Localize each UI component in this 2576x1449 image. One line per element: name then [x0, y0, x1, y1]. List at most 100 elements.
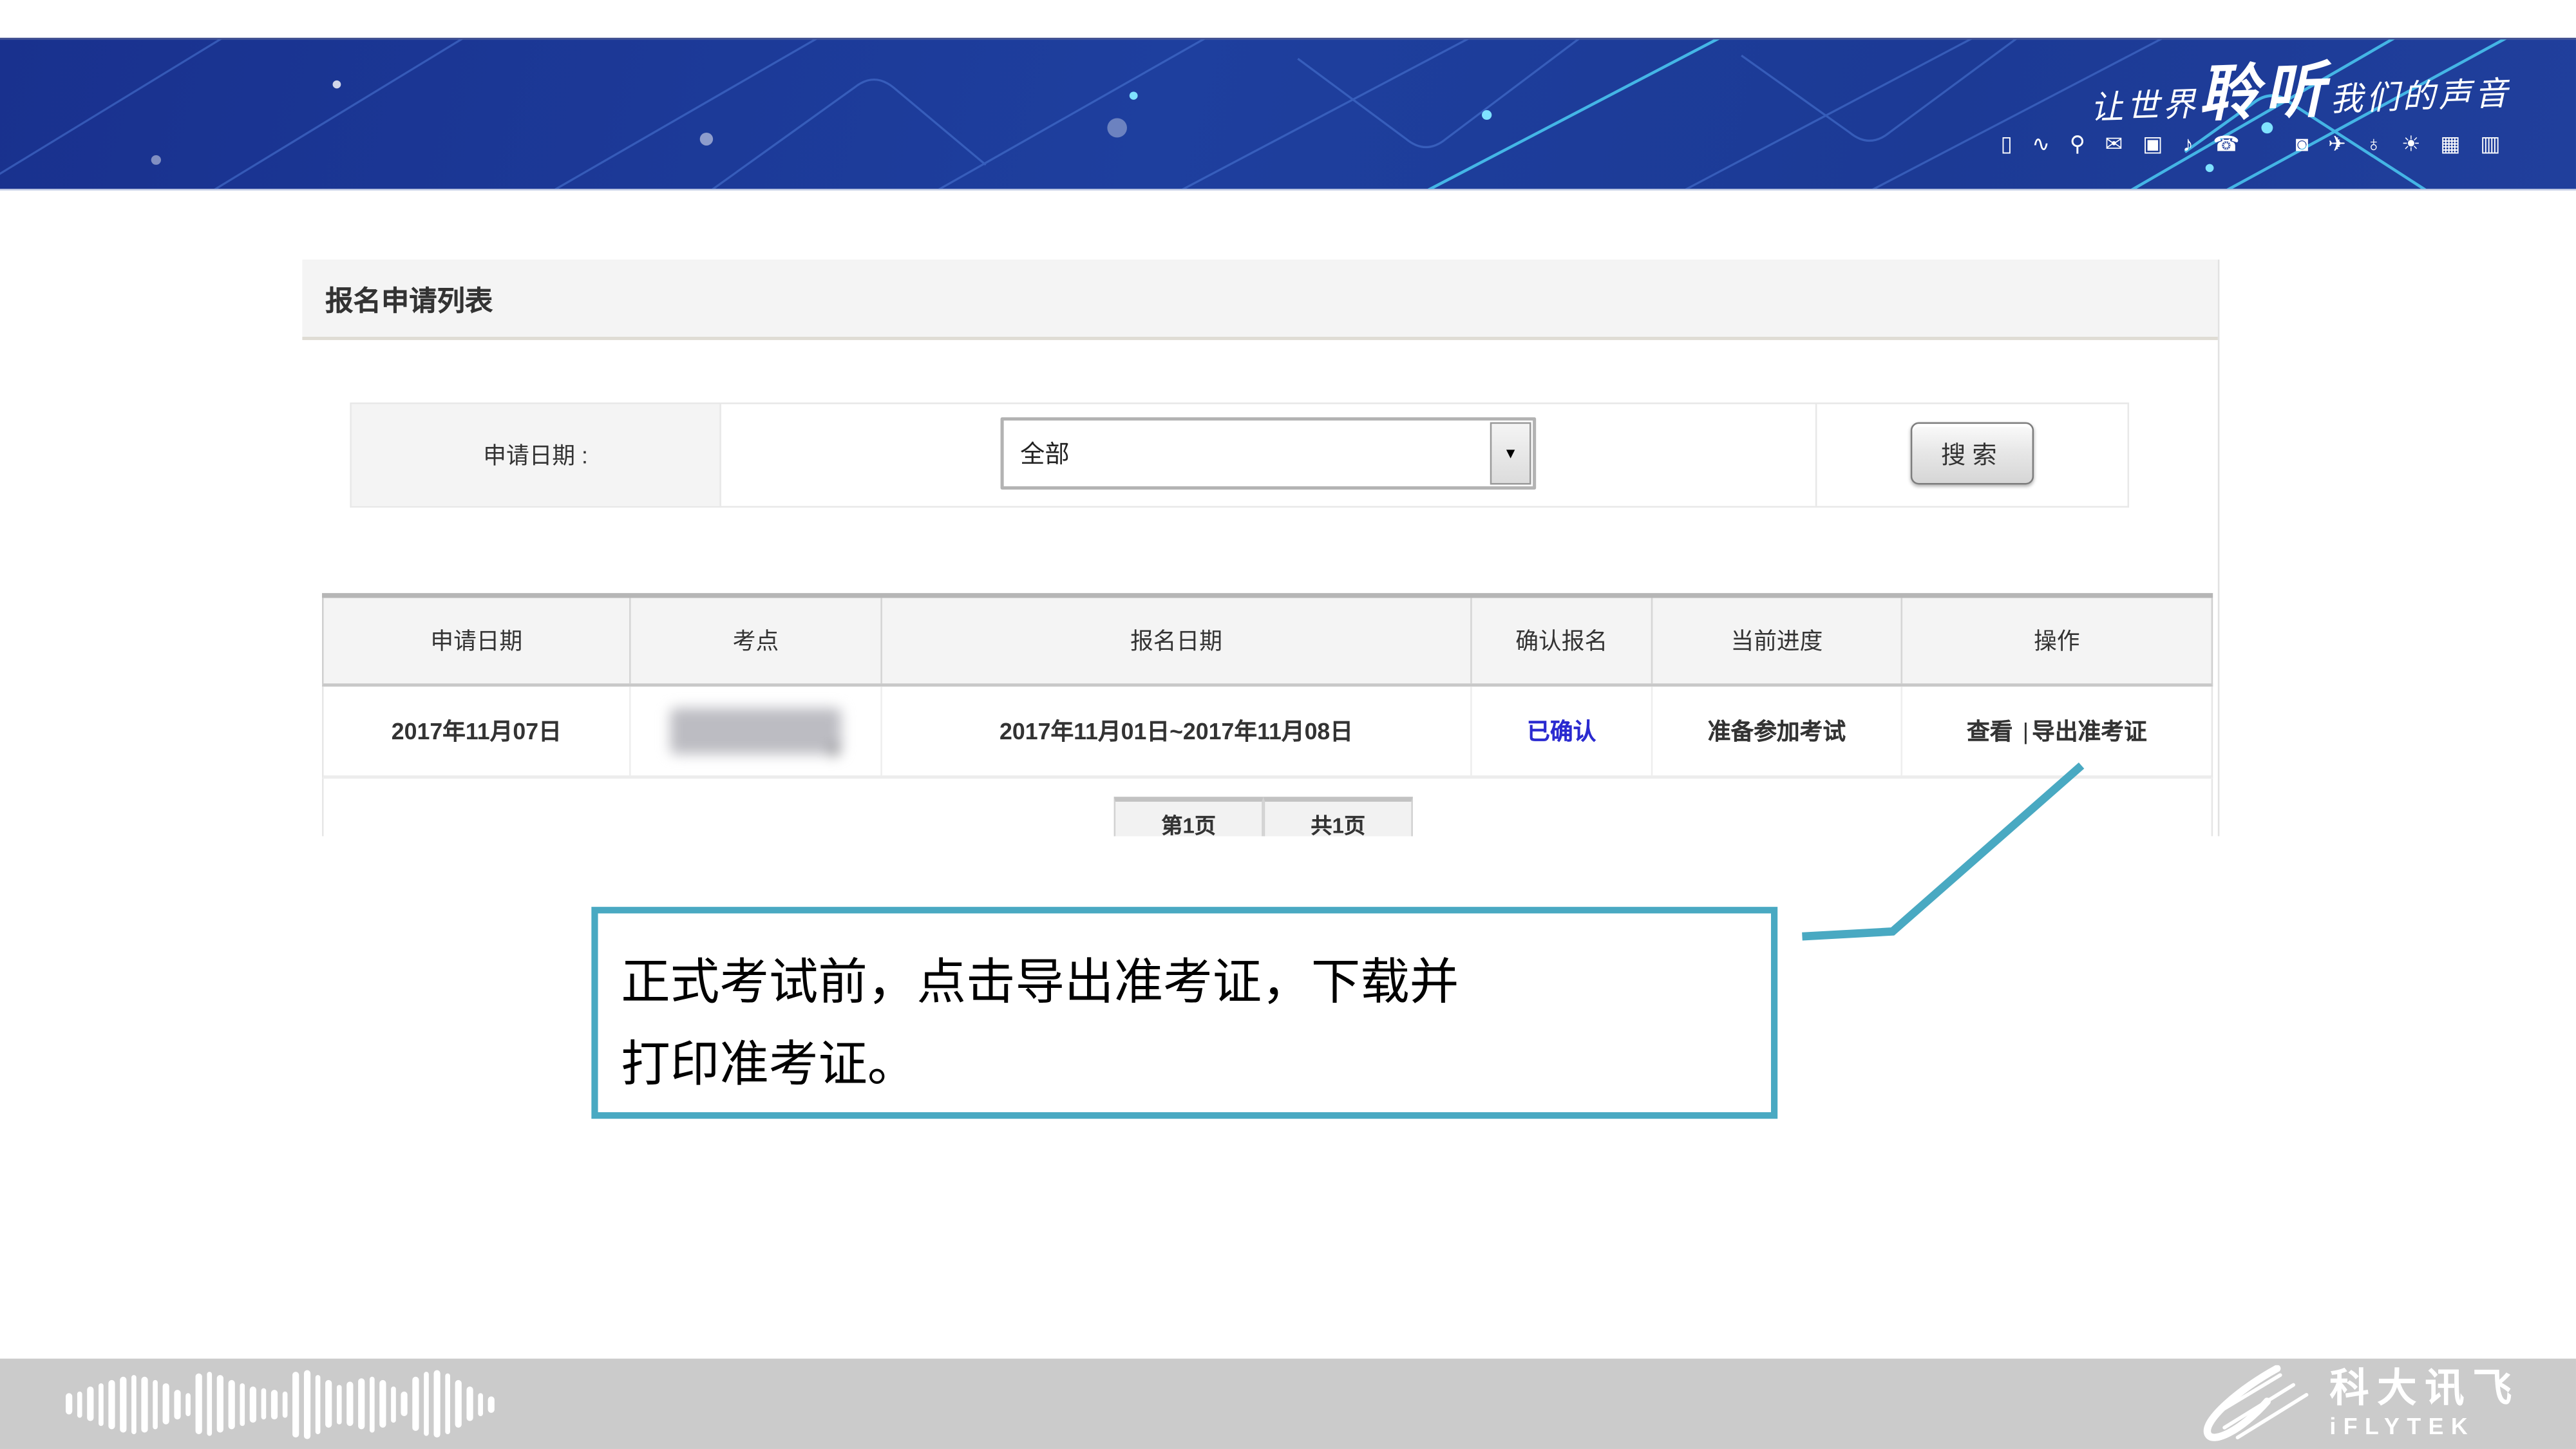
- redacted-mark: ，: [828, 721, 855, 761]
- application-table: 申请日期 考点 报名日期 确认报名 当前进度 操作 2017年11月07日 ， …: [322, 593, 2213, 779]
- search-icon: ⚲: [2070, 133, 2085, 155]
- waveform-bar: [228, 1379, 234, 1429]
- waveform-bar: [207, 1372, 213, 1435]
- waveform-bar: [445, 1374, 451, 1434]
- waveform-bar: [401, 1392, 407, 1416]
- slogan-suffix: 我们的声音: [2329, 77, 2511, 119]
- col-header-reg-period: 报名日期: [882, 598, 1472, 684]
- brand-slogan: 让世界聆听我们的声音: [2088, 38, 2512, 137]
- waveform-bar: [261, 1388, 267, 1419]
- page-total-button[interactable]: 共1页: [1264, 797, 1413, 836]
- tv-icon: ▣: [2143, 133, 2163, 155]
- banner-icon-row: ▯∿⚲✉▣♪☎◙✈♁☀▦▥: [2000, 133, 2500, 155]
- chat-icon: ◙: [2295, 133, 2308, 155]
- brand-name-cn: 科大讯飞: [2329, 1370, 2520, 1410]
- page-current-button[interactable]: 第1页: [1114, 797, 1264, 836]
- pagination: 第1页 共1页: [1114, 797, 1413, 836]
- col-header-apply-date: 申请日期: [324, 598, 631, 684]
- waveform-bar: [88, 1387, 93, 1421]
- waveform-bar: [488, 1396, 494, 1412]
- brand-name-en: iFLYTEK: [2329, 1414, 2475, 1437]
- page-title: 报名申请列表: [302, 278, 493, 319]
- cell-confirm-status: 已确认: [1472, 687, 1653, 775]
- mic-icon: ♁: [2365, 133, 2382, 155]
- waveform-bar: [293, 1371, 299, 1437]
- waveform-bar: [347, 1381, 353, 1426]
- filter-button-cell: 搜索: [1817, 404, 2127, 506]
- waveform-bar: [412, 1377, 418, 1431]
- waveform-bar: [77, 1390, 82, 1417]
- col-header-test-site: 考点: [631, 598, 882, 684]
- cell-actions: 查看 |导出准考证: [1902, 687, 2211, 775]
- music-icon: ♪: [2183, 133, 2193, 155]
- waveform-bar: [99, 1383, 104, 1425]
- waveform-bar: [456, 1380, 462, 1428]
- callout-line-1: 正式考试前，点击导出准考证，下载并: [621, 943, 1771, 1025]
- waveform-bar: [66, 1393, 71, 1414]
- callout-line-2: 打印准考证。: [621, 1025, 1771, 1108]
- search-button[interactable]: 搜索: [1911, 422, 2034, 485]
- waveform-bar: [466, 1387, 472, 1421]
- cell-apply-date: 2017年11月07日: [324, 687, 631, 775]
- filter-dropdown-cell: 全部 ▼: [721, 404, 1817, 506]
- redacted-test-site: ，: [670, 708, 841, 753]
- waveform-bar: [315, 1374, 321, 1434]
- phone-icon: ☎: [2213, 133, 2239, 155]
- cart-icon: ▦: [2440, 133, 2460, 155]
- cell-progress: 准备参加考试: [1653, 687, 1902, 775]
- col-header-confirm: 确认报名: [1472, 598, 1653, 684]
- waveform-bar: [250, 1386, 256, 1422]
- slogan-emphasis: 聆听: [2197, 58, 2331, 130]
- footer-bar: 科大讯飞 iFLYTEK: [0, 1359, 2576, 1449]
- section-header: 报名申请列表: [302, 260, 2217, 340]
- instruction-callout: 正式考试前，点击导出准考证，下载并 打印准考证。: [591, 907, 1777, 1119]
- table-header-row: 申请日期 考点 报名日期 确认报名 当前进度 操作: [322, 598, 2213, 687]
- waveform-bar: [272, 1389, 278, 1419]
- waveform-bar: [304, 1369, 310, 1438]
- waveform-bar: [142, 1376, 147, 1432]
- waveform-bar: [163, 1383, 169, 1425]
- waveform-bar: [174, 1389, 180, 1419]
- waveform-bar: [185, 1392, 191, 1416]
- filter-bar: 申请日期 : 全部 ▼ 搜索: [350, 402, 2129, 507]
- top-banner: 让世界聆听我们的声音 ▯∿⚲✉▣♪☎◙✈♁☀▦▥: [0, 38, 2576, 191]
- fuel-icon: ▥: [2480, 133, 2500, 155]
- iflytek-brand-text: 科大讯飞 iFLYTEK: [2329, 1370, 2520, 1438]
- export-admission-ticket-link[interactable]: 导出准考证: [2032, 715, 2147, 748]
- table-row: 2017年11月07日 ， 2017年11月01日~2017年11月08日 已确…: [322, 687, 2213, 779]
- confirmed-link[interactable]: 已确认: [1527, 715, 1596, 748]
- mobile-icon: ▯: [2000, 133, 2012, 155]
- waveform-bar: [358, 1378, 364, 1429]
- apply-date-filter-label: 申请日期 :: [352, 404, 721, 506]
- waveform-bar: [239, 1383, 245, 1425]
- waveform-bar: [423, 1372, 429, 1435]
- view-link[interactable]: 查看: [1967, 715, 2012, 748]
- sun-icon: ☀: [2401, 133, 2421, 155]
- waveform-bar: [434, 1370, 440, 1438]
- table-footer-area: 第1页 共1页: [322, 779, 2213, 836]
- waveform-bar: [337, 1384, 343, 1423]
- col-header-progress: 当前进度: [1653, 598, 1902, 684]
- waveform-bar: [131, 1374, 137, 1434]
- waveform-bar: [282, 1390, 288, 1417]
- waveform-bar: [380, 1380, 386, 1428]
- col-header-actions: 操作: [1902, 598, 2211, 684]
- cell-test-site: ，: [631, 687, 882, 775]
- iflytek-logo: 科大讯飞 iFLYTEK: [2185, 1359, 2520, 1449]
- iflytek-swoosh-icon: [2185, 1365, 2313, 1443]
- waveform-bar: [218, 1375, 223, 1432]
- waveform-bar: [109, 1379, 115, 1429]
- waveform-bar: [120, 1376, 126, 1432]
- audio-waveform-icon: [66, 1359, 494, 1449]
- apply-date-select[interactable]: 全部 ▼: [1001, 417, 1537, 489]
- action-separator: |: [2023, 718, 2029, 744]
- waveform-bar: [153, 1379, 158, 1429]
- slogan-prefix: 让世界: [2090, 88, 2199, 128]
- waveform-bar: [196, 1374, 202, 1434]
- content-right-border: [2218, 260, 2220, 836]
- waveform-bar: [477, 1392, 483, 1416]
- waveform-bar: [326, 1380, 332, 1428]
- dropdown-arrow-icon[interactable]: ▼: [1490, 422, 1531, 485]
- waveform-icon: ∿: [2032, 133, 2050, 155]
- apply-date-select-value: 全部: [1020, 436, 1070, 471]
